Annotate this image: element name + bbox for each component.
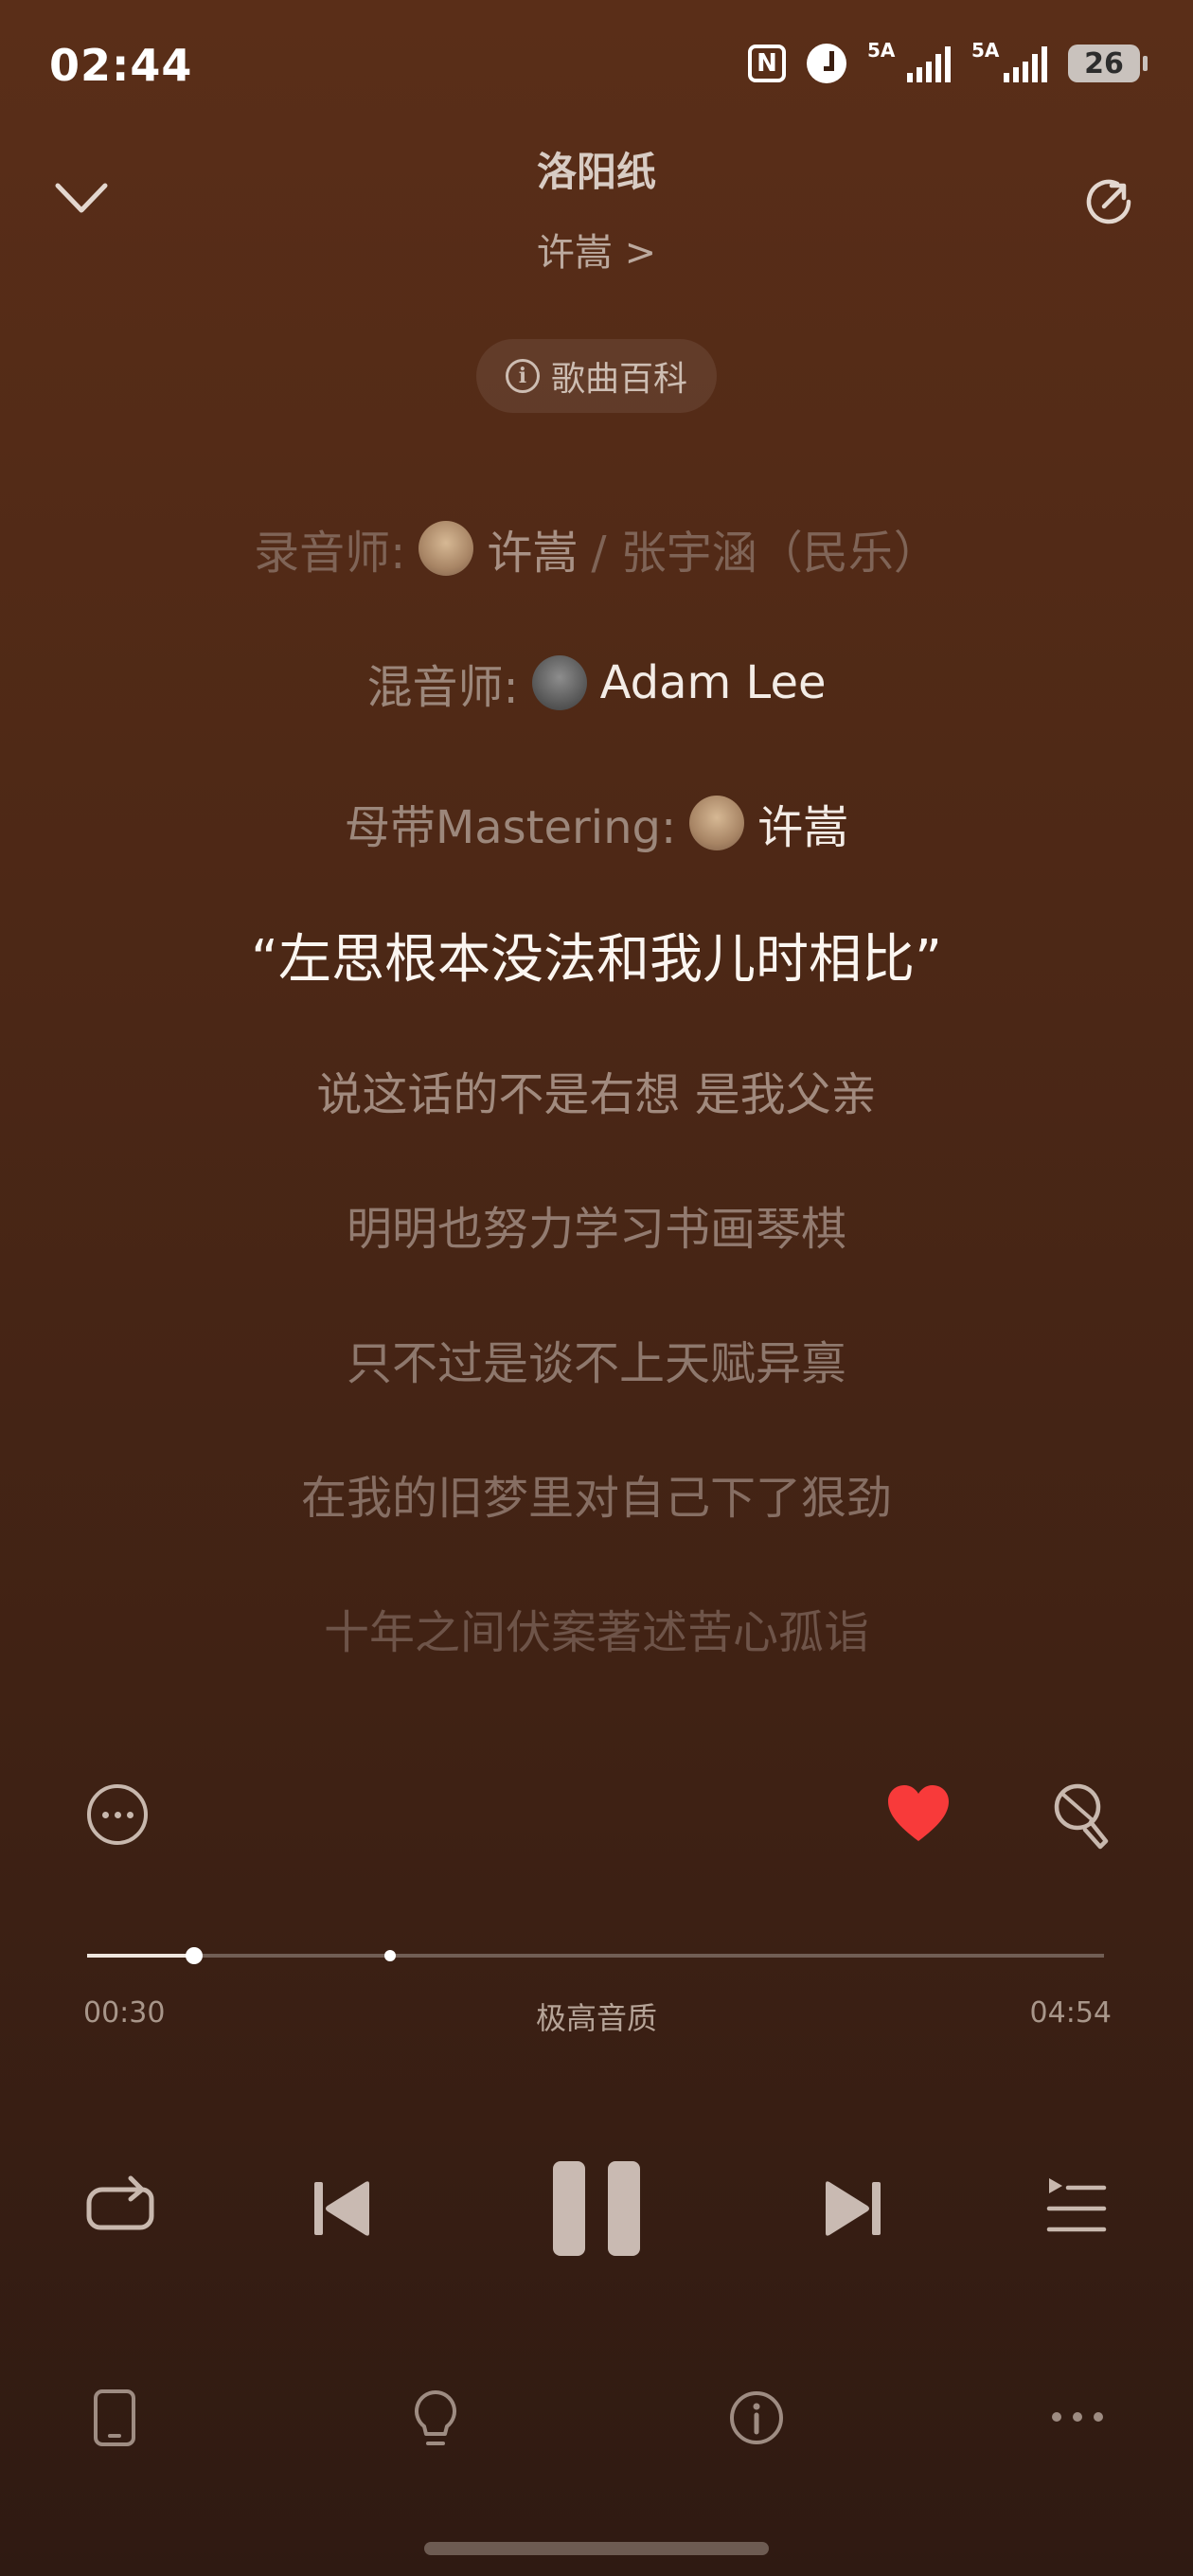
skip-next-icon — [826, 2181, 881, 2236]
playlist-icon — [1046, 2178, 1107, 2232]
phone-device-icon — [94, 2389, 135, 2446]
status-time: 02:44 — [49, 40, 193, 91]
repeat-icon — [86, 2175, 154, 2230]
previous-button[interactable] — [312, 2178, 373, 2239]
signal-icon-2: 5A — [971, 39, 1047, 82]
more-circle-icon — [101, 1811, 109, 1818]
more-options-button[interactable] — [87, 1784, 148, 1845]
share-button[interactable] — [1077, 170, 1140, 233]
skip-previous-icon — [314, 2181, 369, 2236]
lyric-line[interactable]: 十年之间伏案著述苦心孤诣 — [0, 1595, 1193, 1661]
avatar — [531, 655, 587, 710]
next-button[interactable] — [822, 2178, 882, 2239]
credit-label: 母带Mastering: — [344, 801, 677, 854]
status-icons: N 5A 5A 26 — [748, 39, 1148, 83]
info-icon: i — [505, 359, 540, 393]
progress-fill — [87, 1954, 193, 1958]
credit-name[interactable]: 许嵩 — [757, 790, 848, 856]
tips-button[interactable] — [411, 2388, 460, 2449]
lightbulb-icon — [415, 2390, 456, 2445]
battery-icon: 26 — [1068, 45, 1148, 82]
avatar — [418, 521, 474, 576]
time-total: 04:54 — [1029, 1996, 1112, 2030]
avatar — [689, 796, 745, 850]
song-wiki-label: 歌曲百科 — [550, 360, 687, 399]
song-wiki-button[interactable]: i 歌曲百科 — [476, 339, 717, 413]
lyric-credit-mastering[interactable]: 母带Mastering: 许嵩 — [0, 790, 1193, 856]
playlist-button[interactable] — [1045, 2174, 1108, 2237]
more-horizontal-icon — [1052, 2412, 1103, 2422]
quality-button[interactable]: 极高音质 — [0, 1995, 1193, 2038]
sing-button[interactable] — [1049, 1780, 1117, 1852]
home-indicator[interactable] — [424, 2542, 769, 2555]
lyric-credit-recording[interactable]: 录音师: 许嵩 / 张宇涵（民乐） — [0, 515, 1193, 581]
alarm-icon — [807, 44, 846, 83]
nfc-icon: N — [748, 45, 786, 82]
artist-link[interactable]: 许嵩 > — [0, 222, 1193, 277]
progress-thumb[interactable] — [186, 1947, 203, 1964]
like-button[interactable] — [884, 1780, 953, 1849]
lyric-line[interactable]: 只不过是谈不上天赋异禀 — [0, 1326, 1193, 1392]
info-icon — [730, 2391, 783, 2444]
microphone-icon — [1054, 1783, 1109, 1850]
more-button[interactable] — [1051, 2409, 1104, 2423]
repeat-button[interactable] — [81, 2169, 157, 2245]
lyric-line-current[interactable]: “左思根本没法和我儿时相比” — [0, 917, 1193, 993]
credit-name[interactable]: 许嵩 — [487, 515, 578, 581]
progress-track[interactable] — [87, 1954, 1104, 1958]
song-title: 洛阳纸 — [536, 149, 656, 195]
signal-icon-1: 5A — [867, 39, 951, 82]
signal-2-label: 5A — [971, 39, 1000, 62]
pause-button[interactable] — [553, 2161, 640, 2256]
credit-extra: / 张宇涵（民乐） — [591, 527, 939, 580]
device-button[interactable] — [93, 2388, 136, 2447]
highlight-marker[interactable] — [384, 1950, 396, 1961]
credit-name[interactable]: Adam Lee — [600, 656, 827, 709]
pause-icon — [553, 2161, 585, 2256]
lyric-credit-mixing[interactable]: 混音师: Adam Lee — [0, 650, 1193, 716]
share-icon — [1086, 179, 1131, 224]
credit-label: 混音师: — [366, 661, 519, 714]
heart-icon — [888, 1785, 949, 1841]
signal-1-label: 5A — [867, 39, 896, 62]
credit-label: 录音师: — [254, 527, 406, 580]
song-info-button[interactable] — [729, 2390, 784, 2445]
lyric-line[interactable]: 说这话的不是右想 是我父亲 — [0, 1057, 1193, 1123]
lyric-line[interactable]: 在我的旧梦里对自己下了狠劲 — [0, 1460, 1193, 1527]
lyric-line[interactable]: 明明也努力学习书画琴棋 — [0, 1191, 1193, 1258]
